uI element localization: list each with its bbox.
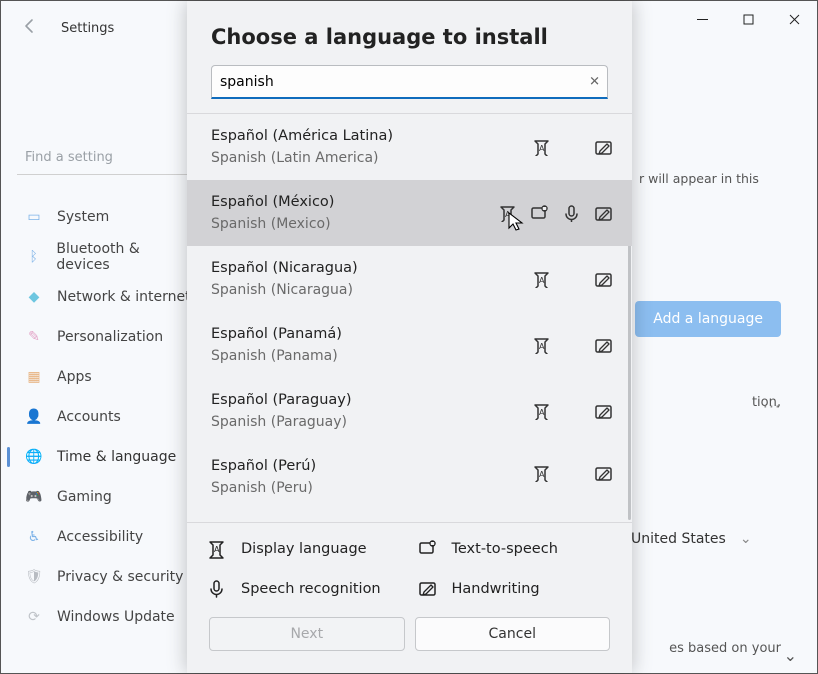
next-button[interactable]: Next	[209, 617, 405, 651]
text-to-speech-icon	[530, 204, 548, 222]
settings-window: Settings Find a setting ▭System ᛒBluetoo…	[0, 0, 818, 674]
nav-accounts[interactable]: 👤Accounts	[17, 397, 193, 437]
handwriting-icon	[594, 204, 612, 222]
feature-icons	[532, 270, 612, 288]
nav-gaming[interactable]: 🎮Gaming	[17, 477, 193, 517]
region-value: United States	[631, 531, 726, 547]
back-icon[interactable]	[21, 17, 39, 39]
nav-accessibility[interactable]: ♿Accessibility	[17, 517, 193, 557]
nav-privacy[interactable]: 🛡Privacy & security	[17, 557, 193, 597]
bluetooth-icon: ᛒ	[25, 248, 42, 266]
language-results-list: Español (América Latina) Spanish (Latin …	[187, 113, 632, 522]
more-icon[interactable]: ···	[763, 397, 781, 416]
handwriting-icon	[594, 402, 612, 420]
choose-language-dialog: Choose a language to install ✕ Español (…	[187, 1, 632, 673]
gamepad-icon: 🎮	[25, 488, 43, 506]
right-panel-text: r will appear in this	[639, 171, 789, 186]
nav-windows-update[interactable]: ⟳Windows Update	[17, 597, 193, 637]
settings-title: Settings	[61, 21, 114, 36]
handwriting-icon	[594, 464, 612, 482]
nav-time-language[interactable]: 🌐Time & language	[17, 437, 193, 477]
feature-icons	[498, 204, 612, 222]
legend-tts: Text-to-speech	[418, 539, 613, 559]
feature-icons	[532, 464, 612, 482]
laptop-icon: ▭	[25, 208, 43, 226]
nav-bluetooth[interactable]: ᛒBluetooth & devices	[17, 237, 193, 277]
legend-display: Display language	[207, 539, 402, 559]
handwriting-icon	[594, 336, 612, 354]
language-search-input[interactable]	[211, 65, 608, 99]
add-language-button[interactable]: Add a language	[635, 301, 781, 337]
display-language-icon	[532, 138, 550, 156]
lang-option-es-mx[interactable]: Español (México) Spanish (Mexico)	[187, 180, 632, 246]
feature-icons	[532, 402, 612, 420]
expand-chevron-icon[interactable]: ⌄	[784, 646, 797, 665]
nav-system[interactable]: ▭System	[17, 197, 193, 237]
update-icon: ⟳	[25, 608, 43, 626]
legend-speech: Speech recognition	[207, 579, 402, 599]
handwriting-icon	[594, 138, 612, 156]
display-language-icon	[532, 270, 550, 288]
nav-apps[interactable]: ▦Apps	[17, 357, 193, 397]
display-language-icon	[532, 402, 550, 420]
display-language-icon	[498, 204, 516, 222]
apps-icon: ▦	[25, 368, 43, 386]
speech-recognition-icon	[562, 204, 580, 222]
region-dropdown[interactable]: United States ⌄	[631, 531, 781, 547]
nav-network[interactable]: ◆Network & internet	[17, 277, 193, 317]
window-controls	[679, 1, 817, 37]
cancel-button[interactable]: Cancel	[415, 617, 611, 651]
globe-clock-icon: 🌐	[25, 448, 43, 466]
feature-icons	[532, 336, 612, 354]
maximize-button[interactable]	[725, 3, 771, 35]
dialog-title: Choose a language to install	[187, 1, 632, 65]
feature-icons	[532, 138, 612, 156]
minimize-button[interactable]	[679, 3, 725, 35]
chevron-down-icon: ⌄	[740, 531, 752, 547]
find-setting-input[interactable]: Find a setting	[17, 141, 193, 175]
close-button[interactable]	[771, 3, 817, 35]
handwriting-icon	[594, 270, 612, 288]
nav-personalization[interactable]: ✎Personalization	[17, 317, 193, 357]
display-language-icon	[532, 336, 550, 354]
shield-icon: 🛡	[25, 568, 43, 586]
right-bottom-snippet: es based on your	[669, 641, 781, 656]
lang-option-es-pa[interactable]: Español (Panamá) Spanish (Panama)	[187, 312, 632, 378]
settings-header: Settings	[21, 17, 114, 39]
settings-nav: ▭System ᛒBluetooth & devices ◆Network & …	[17, 197, 193, 637]
lang-option-es-ni[interactable]: Español (Nicaragua) Spanish (Nicaragua)	[187, 246, 632, 312]
accessibility-icon: ♿	[25, 528, 43, 546]
dialog-buttons: Next Cancel	[187, 609, 632, 673]
wifi-icon: ◆	[25, 288, 43, 306]
display-language-icon	[532, 464, 550, 482]
lang-option-es-py[interactable]: Español (Paraguay) Spanish (Paraguay)	[187, 378, 632, 444]
find-placeholder: Find a setting	[25, 150, 113, 165]
lang-option-es-pe[interactable]: Español (Perú) Spanish (Peru)	[187, 444, 632, 502]
clear-search-icon[interactable]: ✕	[589, 75, 600, 90]
legend-handwriting: Handwriting	[418, 579, 613, 599]
lang-option-es-latam[interactable]: Español (América Latina) Spanish (Latin …	[187, 114, 632, 180]
feature-legend: Display language Text-to-speech Speech r…	[187, 522, 632, 609]
person-icon: 👤	[25, 408, 43, 426]
brush-icon: ✎	[25, 328, 43, 346]
